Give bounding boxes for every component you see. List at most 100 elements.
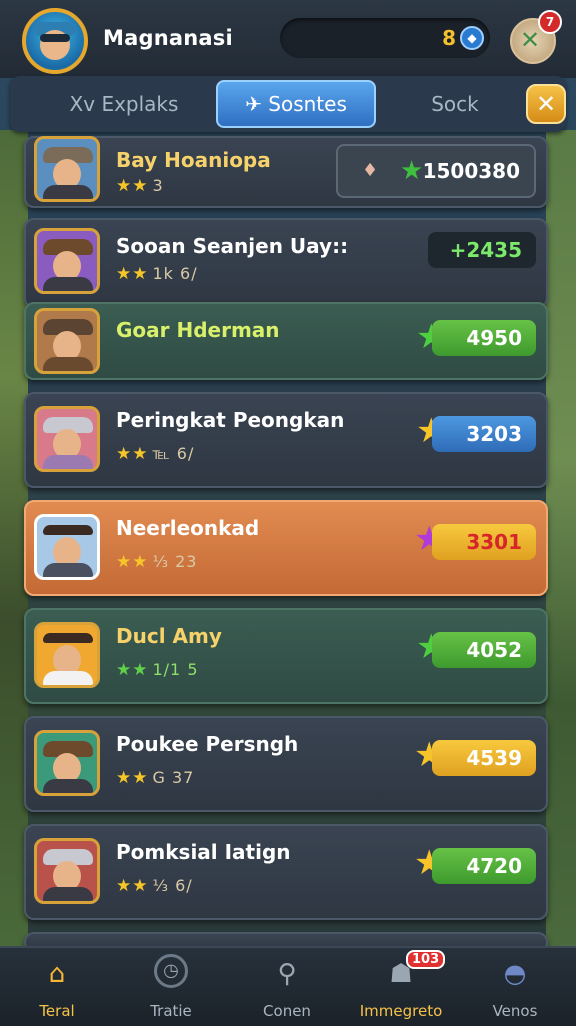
star-rating: ★★ ⅓ 6/ — [116, 876, 193, 896]
player-name-label: Bay Hoaniopa — [116, 148, 271, 172]
player-name-label: Neerleonkad — [116, 516, 260, 540]
nav-tratie[interactable]: ◷ Tratie — [116, 954, 226, 1020]
background-scenery-right — [546, 130, 576, 950]
list-item[interactable]: Ducl Amy ★★1/1 5 ★ 4052 — [24, 608, 548, 704]
player-portrait — [34, 136, 100, 202]
rating-meta: ℡ 6/ — [152, 444, 195, 463]
nav-conen[interactable]: ⚲ Conen — [232, 954, 342, 1020]
stars: ★★ — [116, 660, 149, 680]
player-avatar[interactable] — [22, 8, 88, 74]
player-portrait — [34, 406, 100, 472]
score-box: ♦ ★ 1500380 — [336, 144, 536, 198]
nav-label: Immegreto — [359, 1002, 443, 1020]
list-item[interactable]: Poukee Persngh ★★ G 37 ★ 4539 — [24, 716, 548, 812]
portrait-body — [43, 277, 93, 291]
nav-label: Venos — [492, 1002, 538, 1020]
list-item[interactable]: Peringkat Peongkan ★★℡ 6/ ★ 3203 — [24, 392, 548, 488]
portrait-hair — [43, 525, 93, 535]
stars: ★★ — [116, 768, 149, 788]
nav-immegreto[interactable]: ☗ 103 Immegreto — [346, 950, 456, 1020]
star-rating: ★★ G 37 — [116, 768, 194, 788]
portrait-hair — [43, 633, 93, 643]
player-portrait — [34, 730, 100, 796]
stars: ★★ — [116, 876, 149, 896]
home-icon: ⌂ — [48, 959, 66, 989]
player-name: Magnanasi — [103, 26, 233, 50]
star-rating: ★★ 3 — [116, 176, 164, 196]
portrait-body — [43, 563, 93, 577]
rating-meta: ⅓ 6/ — [152, 876, 193, 895]
rating-meta: 1k 6/ — [152, 264, 198, 283]
player-name-label: Ducl Amy — [116, 624, 222, 648]
player-portrait — [34, 228, 100, 294]
score-value: 4720 — [466, 854, 522, 878]
portrait-body — [43, 887, 93, 901]
top-bar: Magnanasi 8 ◆ ✕ 7 — [0, 0, 576, 78]
dome-icon: ◓ — [503, 959, 527, 989]
avatar-goggles — [40, 34, 70, 42]
star-rating: ★★ 1/1 5 — [116, 660, 199, 680]
score-box: 4539 — [432, 740, 536, 776]
list-item[interactable]: Bay Hoaniopa ★★ 3 ♦ ★ 1500380 — [24, 136, 548, 208]
list-item[interactable]: Sooan Seanjen Uay:: ★★ 1k 6/ +2435 — [24, 218, 548, 308]
portrait-body — [43, 357, 93, 371]
score-value: +2435 — [449, 238, 522, 262]
rocket-icon: ✈ — [245, 92, 269, 116]
score-value: 4052 — [466, 638, 522, 662]
tab-bar: Xv Explaks ✈ Sosntes Sock ✕ — [10, 76, 566, 132]
star-rating: ★★ 1k 6/ — [116, 264, 198, 284]
portrait-body — [43, 455, 93, 469]
rating-meta: ⅓ 23 — [152, 552, 198, 571]
tab-sosntes[interactable]: ✈ Sosntes — [216, 80, 376, 128]
score-box: 3301 — [432, 524, 536, 560]
notification-badge: 7 — [538, 10, 562, 34]
player-portrait — [34, 838, 100, 904]
player-name-label: Goar Hderman — [116, 318, 280, 342]
star-rating: ★★ ℡ 6/ — [116, 444, 194, 464]
player-portrait — [34, 514, 100, 580]
score-box: 4052 — [432, 632, 536, 668]
tab-sock[interactable]: Sock — [390, 80, 520, 128]
rating-meta: 1/1 5 — [152, 660, 199, 679]
bottom-navigation: ⌂ Teral ◷ Tratie ⚲ Conen ☗ 103 Immegreto… — [0, 946, 576, 1026]
nav-label: Conen — [263, 1002, 311, 1020]
score-box: 4720 — [432, 848, 536, 884]
search-icon: ⚲ — [277, 959, 297, 989]
nav-venos[interactable]: ◓ Venos — [460, 954, 570, 1020]
close-button[interactable]: ✕ — [526, 84, 566, 124]
gem-icon: ♦ — [362, 160, 379, 181]
score-box: 4950 — [432, 320, 536, 356]
stars: ★★ — [116, 444, 149, 464]
score-box: 3203 — [432, 416, 536, 452]
player-name-label: Peringkat Peongkan — [116, 408, 345, 432]
player-name-label: Poukee Persngh — [116, 732, 299, 756]
list-item[interactable]: Pomksial Iatign ★★ ⅓ 6/ ★ 4720 — [24, 824, 548, 920]
portrait-body — [43, 671, 93, 685]
score-box: +2435 — [428, 232, 536, 268]
coin-value: 8 — [442, 26, 456, 50]
nav-label: Teral — [39, 1002, 75, 1020]
score-value: 4950 — [466, 326, 522, 350]
coin-balance[interactable]: 8 ◆ — [280, 18, 490, 58]
portrait-body — [43, 185, 93, 199]
rating-meta: 3 — [152, 176, 164, 195]
close-icon: ✕ — [535, 90, 557, 118]
score-value: 3203 — [466, 422, 522, 446]
player-portrait — [34, 308, 100, 374]
stars: ★★ — [116, 264, 149, 284]
nav-badge: 103 — [406, 950, 446, 969]
crossed-tools-icon: ✕ — [520, 26, 541, 54]
list-item[interactable]: Goar Hderman ★ 4950 — [24, 302, 548, 380]
score-value: 4539 — [466, 746, 522, 770]
nav-home[interactable]: ⌂ Teral — [2, 954, 112, 1020]
player-portrait — [34, 622, 100, 688]
score-value: 3301 — [466, 530, 522, 554]
tab-sosntes-label: Sosntes — [268, 92, 347, 116]
tab-explaks[interactable]: Xv Explaks — [34, 80, 214, 128]
rating-meta: G 37 — [152, 768, 195, 787]
list-item-highlighted[interactable]: Neerleonkad ★★ ⅓ 23 ★ 3301 — [24, 500, 548, 596]
player-name-label: Sooan Seanjen Uay:: — [116, 234, 349, 258]
score-value: 1500380 — [422, 159, 520, 183]
nav-label: Tratie — [150, 1002, 192, 1020]
player-name-label: Pomksial Iatign — [116, 840, 291, 864]
